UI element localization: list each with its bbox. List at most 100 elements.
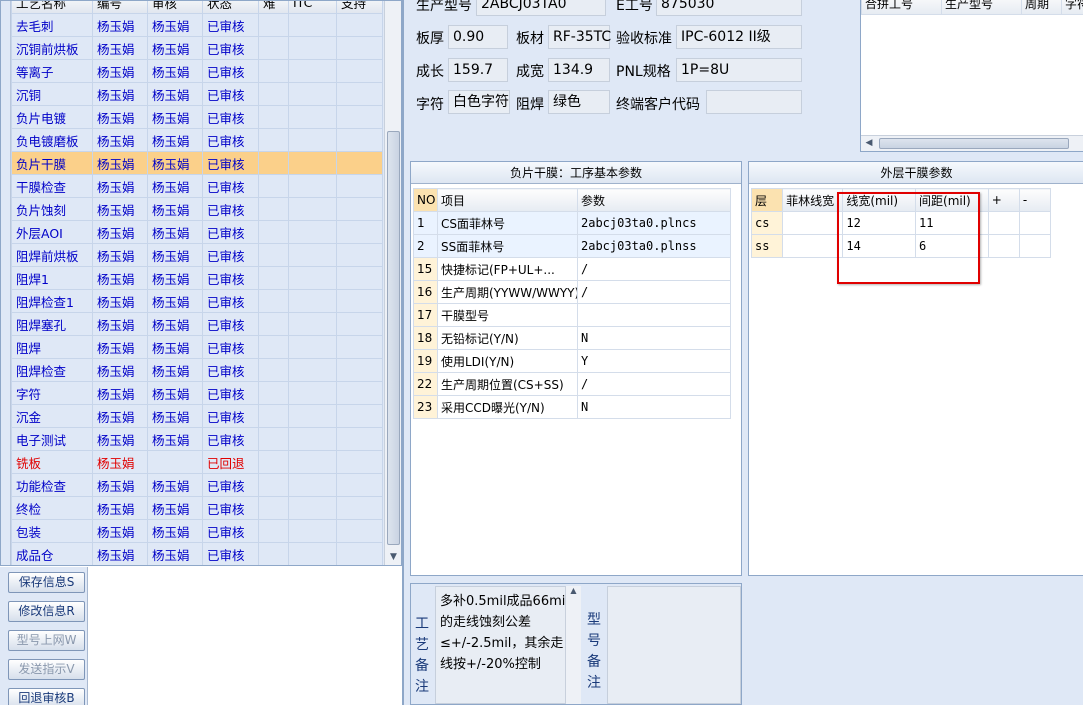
process-name[interactable]: 阻焊1 (11, 266, 93, 290)
process-code[interactable]: 杨玉娟 (92, 243, 148, 267)
process-row[interactable]: 负电镀磨板 杨玉娟 杨玉娟 已审核 (11, 128, 383, 152)
process-empty-cell[interactable] (258, 542, 289, 565)
process-code[interactable]: 杨玉娟 (92, 59, 148, 83)
process-empty-cell[interactable] (336, 151, 383, 175)
process-code[interactable]: 杨玉娟 (92, 312, 148, 336)
basic-param-row[interactable]: 18 无铅标记(Y/N) N (413, 326, 731, 350)
process-empty-cell[interactable] (288, 82, 337, 106)
process-empty-cell[interactable] (336, 473, 383, 497)
thickness-field[interactable]: 0.90 (448, 25, 508, 49)
process-row[interactable]: 阻焊 杨玉娟 杨玉娟 已审核 (11, 335, 383, 359)
process-reviewer[interactable]: 杨玉娟 (147, 174, 203, 198)
process-empty-cell[interactable] (258, 151, 289, 175)
process-empty-cell[interactable] (258, 82, 289, 106)
length-field[interactable]: 159.7 (448, 58, 508, 82)
process-status[interactable]: 已回退 (202, 450, 259, 474)
merge-job-grid[interactable]: 合拼工号 生产型号 周期 字符 ◀ (860, 0, 1083, 152)
col-item[interactable]: 项目 (437, 188, 578, 212)
process-empty-cell[interactable] (288, 13, 337, 37)
process-empty-cell[interactable] (336, 427, 383, 451)
process-code[interactable]: 杨玉娟 (92, 473, 148, 497)
scroll-left-icon[interactable]: ◀ (861, 136, 877, 151)
process-reviewer[interactable]: 杨玉娟 (147, 105, 203, 129)
process-code[interactable]: 杨玉娟 (92, 197, 148, 221)
process-code[interactable]: 杨玉娟 (92, 266, 148, 290)
return-review-button[interactable]: 回退审核B (8, 688, 85, 705)
process-row[interactable]: 干膜检查 杨玉娟 杨玉娟 已审核 (11, 174, 383, 198)
process-empty-cell[interactable] (288, 36, 337, 60)
process-reviewer[interactable]: 杨玉娟 (147, 197, 203, 221)
process-reviewer[interactable]: 杨玉娟 (147, 151, 203, 175)
param-no[interactable]: 23 (413, 395, 438, 419)
process-empty-cell[interactable] (336, 335, 383, 359)
process-empty-cell[interactable] (288, 381, 337, 405)
process-code[interactable]: 杨玉娟 (92, 13, 148, 37)
process-empty-cell[interactable] (258, 105, 289, 129)
process-empty-cell[interactable] (288, 128, 337, 152)
merge-col-char[interactable]: 字符 (1061, 0, 1083, 15)
process-row[interactable]: 成品仓 杨玉娟 杨玉娟 已审核 (11, 542, 383, 565)
process-reviewer[interactable]: 杨玉娟 (147, 243, 203, 267)
param-value[interactable]: / (577, 257, 731, 281)
process-name[interactable]: 负电镀磨板 (11, 128, 93, 152)
outer-minus[interactable] (1018, 211, 1052, 235)
process-code[interactable]: 杨玉娟 (92, 36, 148, 60)
process-row[interactable]: 阻焊检查 杨玉娟 杨玉娟 已审核 (11, 358, 383, 382)
process-empty-cell[interactable] (258, 243, 289, 267)
process-empty-cell[interactable] (258, 36, 289, 60)
process-empty-cell[interactable] (258, 519, 289, 543)
process-col-header[interactable]: 支持 (336, 1, 383, 14)
process-name[interactable]: 阻焊检查 (11, 358, 93, 382)
process-name[interactable]: 负片蚀刻 (11, 197, 93, 221)
process-empty-cell[interactable] (258, 59, 289, 83)
process-empty-cell[interactable] (336, 519, 383, 543)
process-status[interactable]: 已审核 (202, 128, 259, 152)
process-status[interactable]: 已审核 (202, 404, 259, 428)
material-field[interactable]: RF-35TC (548, 25, 611, 49)
outer-minus[interactable] (1018, 234, 1052, 258)
model-remarks-text[interactable] (607, 586, 741, 704)
process-code[interactable]: 杨玉娟 (92, 358, 148, 382)
process-empty-cell[interactable] (258, 197, 289, 221)
basic-param-row[interactable]: 22 生产周期位置(CS+SS) / (413, 372, 731, 396)
process-empty-cell[interactable] (336, 128, 383, 152)
process-empty-cell[interactable] (258, 450, 289, 474)
process-empty-cell[interactable] (288, 496, 337, 520)
process-status[interactable]: 已审核 (202, 381, 259, 405)
process-empty-cell[interactable] (336, 266, 383, 290)
process-empty-cell[interactable] (258, 312, 289, 336)
param-no[interactable]: 15 (413, 257, 438, 281)
process-code[interactable]: 杨玉娟 (92, 335, 148, 359)
merge-col-job[interactable]: 合拼工号 (861, 0, 942, 15)
process-status[interactable]: 已审核 (202, 266, 259, 290)
param-item[interactable]: 无铅标记(Y/N) (437, 326, 578, 350)
basic-param-row[interactable]: 17 干膜型号 (413, 303, 731, 327)
process-empty-cell[interactable] (258, 128, 289, 152)
param-item[interactable]: 使用LDI(Y/N) (437, 349, 578, 373)
process-row[interactable]: 沉铜前烘板 杨玉娟 杨玉娟 已审核 (11, 36, 383, 60)
process-status[interactable]: 已审核 (202, 243, 259, 267)
process-reviewer[interactable]: 杨玉娟 (147, 220, 203, 244)
process-code[interactable]: 杨玉娟 (92, 519, 148, 543)
process-status[interactable]: 已审核 (202, 335, 259, 359)
process-empty-cell[interactable] (336, 496, 383, 520)
process-reviewer[interactable]: 杨玉娟 (147, 335, 203, 359)
outer-plus[interactable] (987, 234, 1020, 258)
process-empty-cell[interactable] (336, 105, 383, 129)
standard-field[interactable]: IPC-6012 II级 (676, 25, 802, 49)
process-empty-cell[interactable] (336, 542, 383, 565)
param-value[interactable] (577, 303, 731, 327)
process-empty-cell[interactable] (288, 266, 337, 290)
process-empty-cell[interactable] (288, 450, 337, 474)
process-empty-cell[interactable] (336, 59, 383, 83)
process-name[interactable]: 终检 (11, 496, 93, 520)
mask-field[interactable]: 绿色 (548, 90, 610, 114)
process-empty-cell[interactable] (288, 473, 337, 497)
merge-col-period[interactable]: 周期 (1021, 0, 1062, 15)
process-status[interactable]: 已审核 (202, 496, 259, 520)
process-status[interactable]: 已审核 (202, 13, 259, 37)
process-empty-cell[interactable] (288, 220, 337, 244)
outer-layer[interactable]: ss (750, 234, 784, 258)
param-value[interactable]: / (577, 372, 731, 396)
scroll-up-icon[interactable]: ▲ (566, 586, 581, 595)
